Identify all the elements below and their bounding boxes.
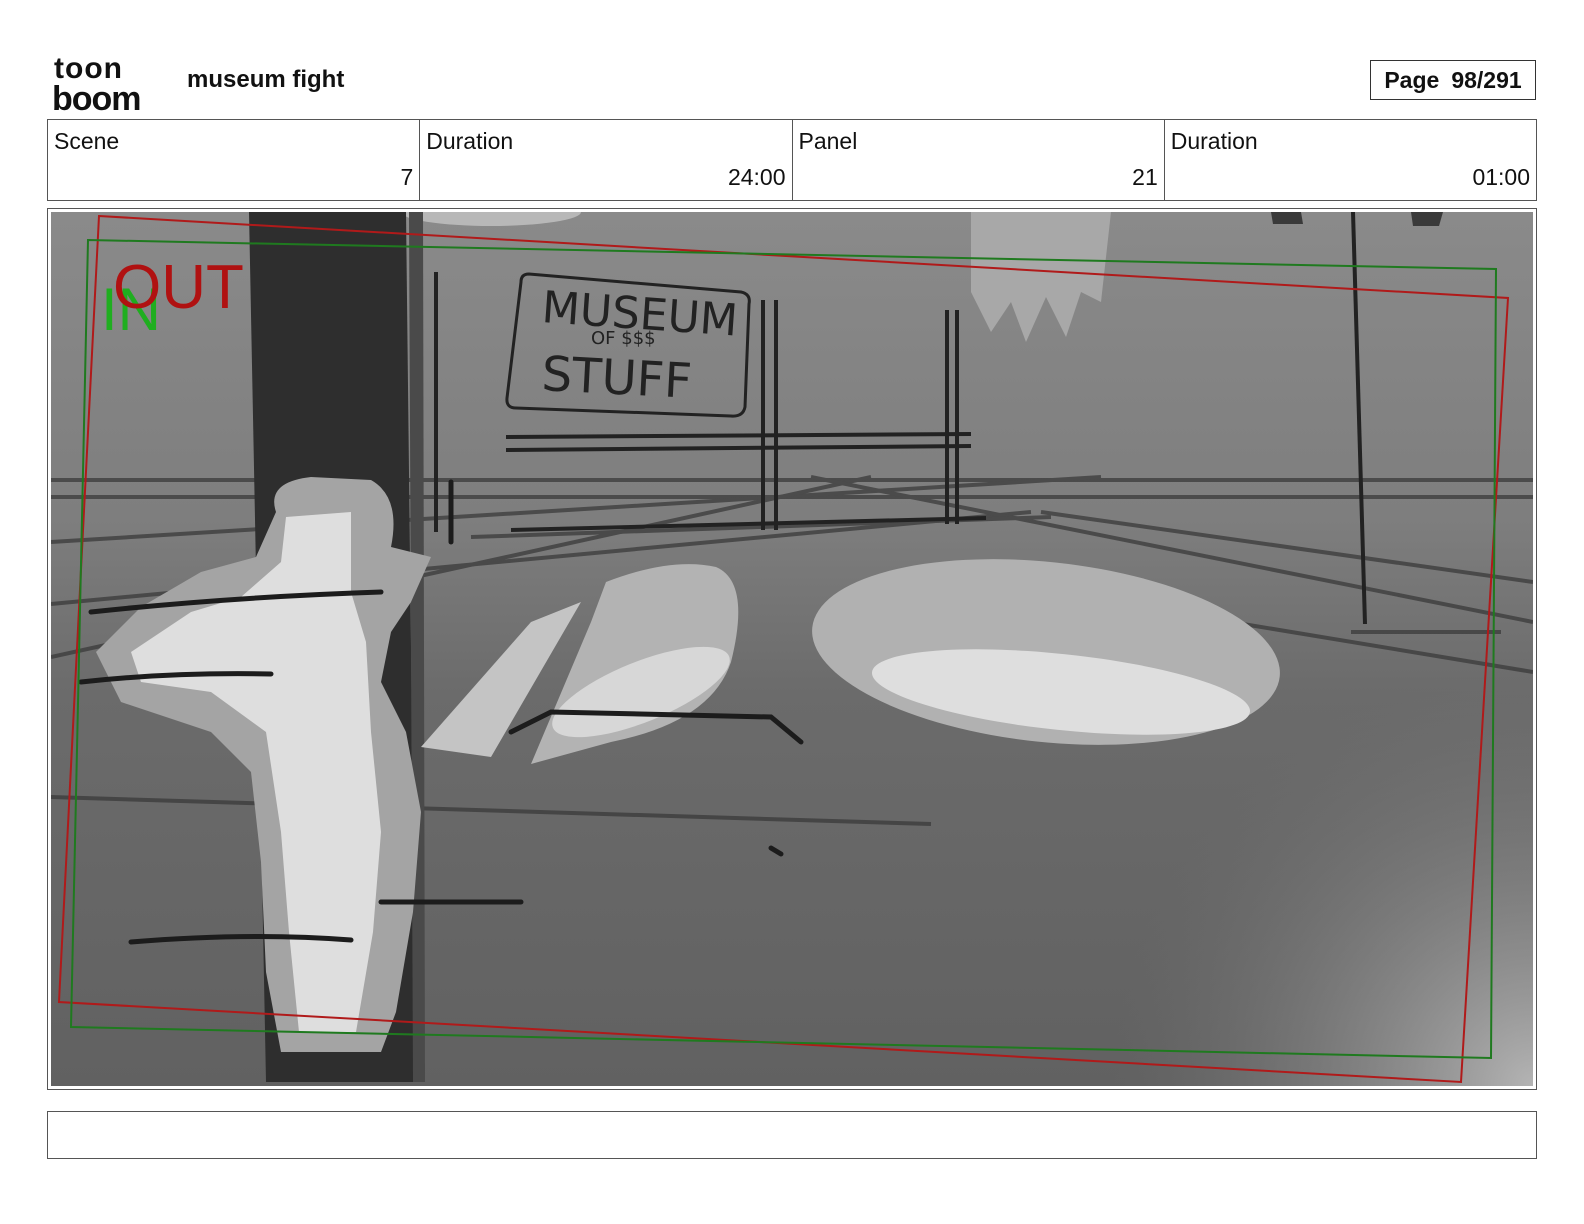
- logo-line-2: boom: [52, 80, 141, 114]
- panel-value: 21: [1132, 164, 1158, 190]
- scene-duration-label: Duration: [426, 128, 514, 154]
- panel-duration-label: Duration: [1170, 128, 1258, 154]
- panel-cell: Panel 21: [791, 120, 1164, 200]
- scene-duration-value: 24:00: [727, 164, 786, 190]
- panel-duration-value: 01:00: [1472, 164, 1530, 190]
- scene-duration-cell: Duration 24:00: [419, 120, 791, 200]
- scene-value: 7: [400, 164, 414, 190]
- out-marker: OUT: [113, 253, 244, 322]
- panel-sketch: MUSEUM OF $$$ STUFF IN OUT: [51, 212, 1533, 1086]
- scene-cell: Scene 7: [48, 120, 419, 200]
- page-number: 98/291: [1451, 66, 1522, 93]
- project-title: museum fight: [187, 66, 345, 93]
- scene-info-table: Scene 7 Duration 24:00 Panel 21 Duration…: [47, 119, 1537, 201]
- page-label: Page: [1384, 66, 1440, 93]
- ceiling-lamp-2: [1411, 212, 1443, 226]
- scene-label: Scene: [54, 128, 120, 154]
- toonboom-logo: toon boom: [52, 52, 142, 114]
- page-indicator: Page 98/291: [1370, 60, 1536, 100]
- ceiling-lamp-1: [1271, 212, 1303, 224]
- storyboard-panel: MUSEUM OF $$$ STUFF IN OUT: [47, 208, 1537, 1090]
- panel-label: Panel: [798, 128, 858, 154]
- panel-notes: [47, 1111, 1537, 1159]
- sign-line-3: STUFF: [540, 346, 693, 410]
- sign-line-2: OF $$$: [591, 328, 656, 349]
- panel-duration-cell: Duration 01:00: [1163, 120, 1536, 200]
